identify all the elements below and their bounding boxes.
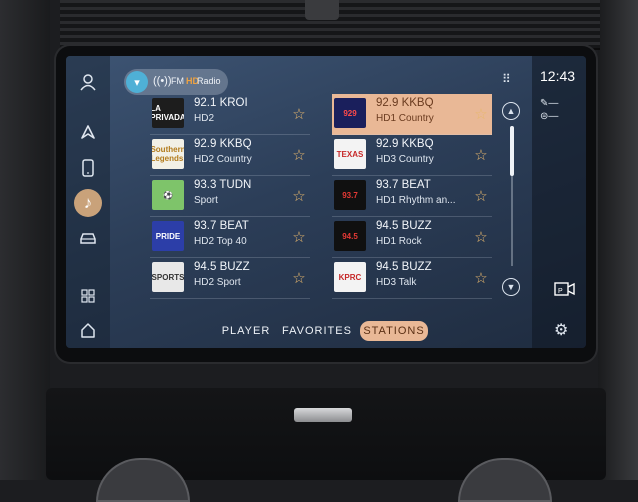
- station-subchannel: HD2: [194, 113, 215, 124]
- favorite-star-icon[interactable]: ☆: [470, 103, 492, 125]
- station-logo: Southern Legends: [152, 139, 184, 169]
- clock: 12:43: [540, 68, 576, 84]
- station-frequency: 92.1 KROI: [194, 97, 248, 109]
- music-icon[interactable]: ♪: [74, 189, 102, 217]
- vent-knob: [305, 0, 339, 20]
- navigation-icon[interactable]: [74, 118, 102, 146]
- scroll-thumb[interactable]: [510, 126, 514, 176]
- station-item[interactable]: Southern Legends 92.9 KKBQ HD2 Country: [150, 135, 310, 176]
- station-frequency: 93.7 BEAT: [194, 220, 249, 232]
- station-logo: LA PRIVADA: [152, 98, 184, 128]
- station-subchannel: HD1 Country: [376, 113, 434, 124]
- car-icon[interactable]: [74, 224, 102, 252]
- station-logo: 93.7: [334, 180, 366, 210]
- station-item[interactable]: SPORTS 94.5 BUZZ HD2 Sport: [150, 258, 310, 299]
- favorite-star-icon[interactable]: ☆: [470, 267, 492, 289]
- tab-player[interactable]: PLAYER: [218, 322, 274, 340]
- apps-grid-icon[interactable]: [74, 282, 102, 310]
- settings-icon[interactable]: ⚙: [554, 320, 568, 340]
- station-logo: TEXAS: [334, 139, 366, 169]
- station-item[interactable]: 94.5 94.5 BUZZ HD1 Rock: [332, 217, 492, 258]
- pager-icon[interactable]: P: [554, 278, 576, 296]
- station-subchannel: HD3 Country: [376, 154, 434, 165]
- favorite-star-icon[interactable]: ☆: [470, 144, 492, 166]
- favorite-star-icon[interactable]: ☆: [288, 103, 310, 125]
- station-item[interactable]: 929 92.9 KKBQ HD1 Country: [332, 94, 492, 135]
- station-item[interactable]: 93.7 93.7 BEAT HD1 Rhythm an...: [332, 176, 492, 217]
- station-subchannel: HD2 Top 40: [194, 236, 247, 247]
- station-item[interactable]: KPRC 94.5 BUZZ HD3 Talk: [332, 258, 492, 299]
- favorite-star-icon[interactable]: ☆: [288, 144, 310, 166]
- favorite-star-icon[interactable]: ☆: [470, 226, 492, 248]
- presets-icon[interactable]: ⊜—: [540, 111, 558, 122]
- station-item[interactable]: TEXAS 92.9 KKBQ HD3 Country: [332, 135, 492, 176]
- station-logo: SPORTS: [152, 262, 184, 292]
- station-frequency: 94.5 BUZZ: [194, 261, 250, 273]
- favorite-star-icon[interactable]: ☆: [288, 226, 310, 248]
- station-logo: ⚽: [152, 180, 184, 210]
- left-rail: ♪: [66, 56, 110, 348]
- station-item[interactable]: ⚽ 93.3 TUDN Sport: [150, 176, 310, 217]
- station-logo: KPRC: [334, 262, 366, 292]
- console-handle[interactable]: [294, 408, 352, 422]
- station-frequency: 94.5 BUZZ: [376, 220, 432, 232]
- tab-favorites[interactable]: FAVORITES: [280, 322, 354, 340]
- source-fm-label: FM: [171, 76, 184, 86]
- dashboard-bezel-left: [0, 0, 50, 480]
- tab-stations[interactable]: STATIONS: [360, 321, 428, 341]
- favorite-star-icon[interactable]: ☆: [288, 267, 310, 289]
- station-subchannel: HD3 Talk: [376, 277, 417, 288]
- scroll-down-button[interactable]: ▼: [502, 278, 520, 296]
- station-subchannel: HD2 Country: [194, 154, 252, 165]
- source-selector[interactable]: ▾ ((•)) FM HD Radio: [124, 69, 228, 95]
- station-subchannel: HD2 Sport: [194, 277, 241, 288]
- scroll-up-button[interactable]: ▲: [502, 102, 520, 120]
- station-subchannel: HD1 Rhythm an...: [376, 195, 456, 206]
- home-icon[interactable]: [74, 316, 102, 344]
- source-radio-label: Radio: [197, 76, 221, 86]
- station-item[interactable]: LA PRIVADA 92.1 KROI HD2: [150, 94, 310, 135]
- station-frequency: 92.9 KKBQ: [376, 138, 434, 150]
- station-logo: 94.5: [334, 221, 366, 251]
- station-item[interactable]: PRIDE 93.7 BEAT HD2 Top 40: [150, 217, 310, 258]
- station-frequency: 92.9 KKBQ: [376, 97, 434, 109]
- phone-icon[interactable]: [74, 154, 102, 182]
- edit-icon[interactable]: ✎—: [540, 98, 558, 109]
- favorite-star-icon[interactable]: ☆: [470, 185, 492, 207]
- broadcast-icon: ((•)): [153, 75, 172, 87]
- numpad-icon[interactable]: ⠿: [502, 72, 511, 86]
- infotainment-screen: ♪ ▾ ((•)) FM HD Radio LA PRIVADA 92.1 KRO…: [66, 56, 586, 348]
- favorite-star-icon[interactable]: ☆: [288, 185, 310, 207]
- user-icon[interactable]: [74, 68, 102, 96]
- station-frequency: 94.5 BUZZ: [376, 261, 432, 273]
- station-logo: 929: [334, 98, 366, 128]
- station-subchannel: HD1 Rock: [376, 236, 422, 247]
- svg-text:P: P: [558, 288, 563, 295]
- chevron-down-icon[interactable]: ▾: [126, 71, 148, 93]
- station-frequency: 93.3 TUDN: [194, 179, 252, 191]
- station-subchannel: Sport: [194, 195, 218, 206]
- station-logo: PRIDE: [152, 221, 184, 251]
- station-frequency: 92.9 KKBQ: [194, 138, 252, 150]
- station-frequency: 93.7 BEAT: [376, 179, 431, 191]
